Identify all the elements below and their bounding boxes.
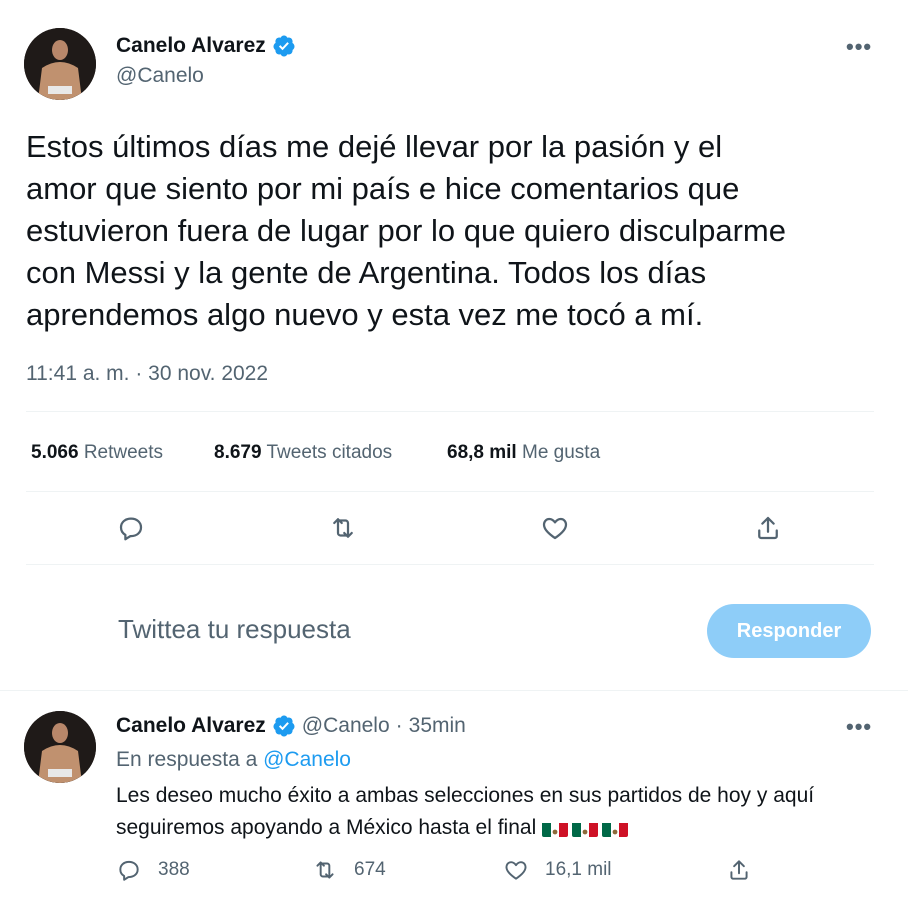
like-icon — [505, 861, 527, 880]
verified-badge-icon — [272, 34, 296, 58]
mexico-flag-icon — [602, 819, 629, 838]
more-options-icon[interactable]: ••• — [846, 34, 872, 60]
reply-author-handle[interactable]: @Canelo — [302, 714, 390, 738]
reply-icon — [119, 860, 139, 881]
reply-time[interactable]: 35min — [409, 714, 466, 738]
replying-to: En respuesta a @Canelo — [116, 748, 351, 771]
reply-icon[interactable] — [116, 513, 146, 543]
divider — [26, 491, 874, 492]
retweet-icon — [316, 861, 334, 879]
reply-author-name[interactable]: Canelo Alvarez — [116, 714, 266, 738]
author-handle[interactable]: @Canelo — [116, 64, 296, 88]
reply-count: 388 — [158, 859, 190, 880]
tweet-text: Estos últimos días me dejé llevar por la… — [26, 129, 786, 332]
divider — [0, 690, 908, 691]
quote-tweets-stat[interactable]: 8.679 Tweets citados — [214, 442, 392, 464]
like-icon[interactable] — [540, 513, 570, 543]
reply-more-options-icon[interactable]: ••• — [846, 714, 872, 740]
reply-text: Les deseo mucho éxito a ambas seleccione… — [116, 780, 886, 844]
retweet-icon[interactable] — [328, 513, 358, 543]
verified-badge-icon — [272, 714, 296, 738]
share-icon — [730, 860, 748, 880]
reply-share-action[interactable] — [726, 857, 752, 883]
reply-retweet-action[interactable]: 674 — [312, 857, 386, 883]
likes-stat[interactable]: 68,8 mil Me gusta — [447, 442, 600, 464]
reply-reply-action[interactable]: 388 — [116, 857, 190, 883]
reply-author-avatar[interactable] — [24, 711, 96, 783]
like-count: 16,1 mil — [545, 859, 612, 880]
retweet-count: 674 — [354, 859, 386, 880]
author-name[interactable]: Canelo Alvarez — [116, 34, 266, 58]
mexico-flag-icon — [542, 819, 569, 838]
tweet-timestamp[interactable]: 11:41 a. m. · 30 nov. 2022 — [26, 362, 268, 386]
divider — [26, 564, 874, 565]
meta-separator: · — [395, 714, 403, 737]
divider — [26, 411, 874, 412]
replying-to-handle-link[interactable]: @Canelo — [263, 748, 351, 771]
mexico-flag-icon — [572, 819, 599, 838]
reply-input[interactable]: Twittea tu respuesta — [118, 614, 678, 645]
share-icon[interactable] — [753, 513, 783, 543]
retweets-stat[interactable]: 5.066 Retweets — [31, 442, 163, 464]
reply-like-action[interactable]: 16,1 mil — [503, 857, 612, 883]
author-avatar[interactable] — [24, 28, 96, 100]
reply-button[interactable]: Responder — [707, 604, 871, 658]
